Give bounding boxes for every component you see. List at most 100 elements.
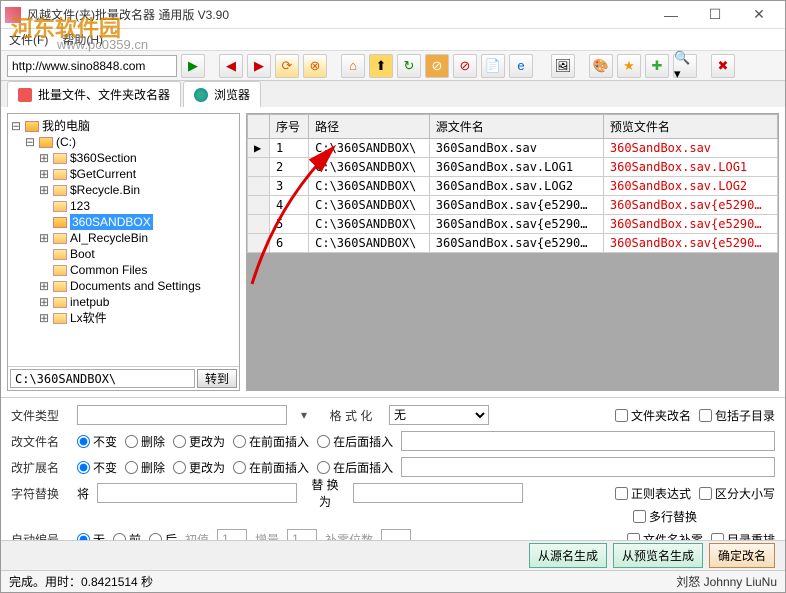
ext-del-radio[interactable]: 删除 (125, 459, 165, 476)
ext-value-input[interactable] (401, 457, 775, 477)
name-value-input[interactable] (401, 431, 775, 451)
maximize-button[interactable]: ☐ (693, 3, 737, 27)
format-select[interactable]: 无 (389, 405, 489, 425)
search-icon[interactable]: 🔍▾ (673, 54, 697, 78)
reload-icon[interactable]: ↻ (397, 54, 421, 78)
star-icon[interactable]: ★ (617, 54, 641, 78)
tree-node[interactable]: Common Files (10, 262, 237, 278)
table-row[interactable]: 5C:\360SANDBOX\360SandBox.sav{e5290…360S… (248, 215, 778, 234)
gen-from-preview-button[interactable]: 从预览名生成 (613, 543, 703, 568)
ext-chg-radio[interactable]: 更改为 (173, 459, 225, 476)
home-icon[interactable]: ⌂ (341, 54, 365, 78)
tree-node[interactable]: ⊞$GetCurrent (10, 166, 237, 182)
replace-from-label: 将 (77, 485, 89, 502)
tree-node[interactable]: 360SANDBOX (10, 214, 237, 230)
x-icon[interactable]: ✖ (711, 54, 735, 78)
tree-node[interactable]: ⊟我的电脑 (10, 118, 237, 134)
grid-panel: 序号路径源文件名预览文件名▶1C:\360SANDBOX\360SandBox.… (246, 113, 779, 391)
tab-renamer-label: 批量文件、文件夹改名器 (38, 86, 170, 103)
tab-browser[interactable]: 浏览器 (183, 81, 261, 107)
go-icon[interactable]: ▶ (181, 54, 205, 78)
ext-suf-radio[interactable]: 在后面插入 (317, 459, 393, 476)
refresh-icon[interactable]: ⟳ (275, 54, 299, 78)
minimize-button[interactable]: — (649, 3, 693, 27)
modname-label: 改文件名 (11, 433, 69, 450)
controls-panel: 文件类型 ▾ 格 式 化 无 文件夹改名 包括子目录 改文件名 不变 删除 更改… (1, 397, 785, 560)
tree-node[interactable]: ⊞Documents and Settings (10, 278, 237, 294)
menu-help[interactable]: 帮助(H) (62, 31, 103, 48)
menu-file[interactable]: 文件(F) (9, 31, 48, 48)
status-user: 刘怒 Johnny LiuNu (676, 573, 777, 590)
address-bar: ▶ ◀ ▶ ⟳ ⊗ ⌂ ⬆ ↻ ⊘ ⊘ 📄 e 🖼 🎨 ★ ✚ 🔍▾ ✖ (1, 51, 785, 81)
tab-bar: 批量文件、文件夹改名器 浏览器 (1, 81, 785, 107)
doc-icon[interactable]: 📄 (481, 54, 505, 78)
name-keep-radio[interactable]: 不变 (77, 433, 117, 450)
tab-renamer[interactable]: 批量文件、文件夹改名器 (7, 81, 181, 107)
goto-button[interactable]: 转到 (197, 369, 237, 388)
include-sub-check[interactable]: 包括子目录 (699, 407, 775, 424)
url-input[interactable] (7, 55, 177, 77)
delete-icon[interactable]: ⊘ (425, 54, 449, 78)
ext-keep-radio[interactable]: 不变 (77, 459, 117, 476)
nav-fwd-icon[interactable]: ▶ (247, 54, 271, 78)
table-row[interactable]: 4C:\360SANDBOX\360SandBox.sav{e5290…360S… (248, 196, 778, 215)
app-icon (5, 7, 21, 23)
name-del-radio[interactable]: 删除 (125, 433, 165, 450)
status-bar: 完成。用时：0.8421514 秒 刘怒 Johnny LiuNu (1, 570, 785, 592)
confirm-rename-button[interactable]: 确定改名 (709, 543, 775, 568)
case-check[interactable]: 区分大小写 (699, 485, 775, 502)
tree-panel: ⊟我的电脑⊟(C:)⊞$360Section⊞$GetCurrent⊞$Recy… (7, 113, 240, 391)
regex-check[interactable]: 正则表达式 (615, 485, 691, 502)
menu-bar: 文件(F) 帮助(H) (1, 29, 785, 51)
ext-pre-radio[interactable]: 在前面插入 (233, 459, 309, 476)
folder-rename-check[interactable]: 文件夹改名 (615, 407, 691, 424)
image-icon[interactable]: 🖼 (551, 54, 575, 78)
add-icon[interactable]: ✚ (645, 54, 669, 78)
name-chg-radio[interactable]: 更改为 (173, 433, 225, 450)
ie-icon[interactable]: e (509, 54, 533, 78)
table-row[interactable]: 3C:\360SANDBOX\360SandBox.sav.LOG2360San… (248, 177, 778, 196)
tree-node[interactable]: ⊞$Recycle.Bin (10, 182, 237, 198)
filetype-label: 文件类型 (11, 407, 69, 424)
tree-node[interactable]: ⊞inetpub (10, 294, 237, 310)
window-title: 风越文件(夹)批量改名器 通用版 V3.90 (27, 6, 649, 23)
filetype-dd-icon[interactable]: ▾ (295, 408, 313, 422)
gen-from-src-button[interactable]: 从源名生成 (529, 543, 607, 568)
table-row[interactable]: ▶1C:\360SANDBOX\360SandBox.sav360SandBox… (248, 139, 778, 158)
tree-node[interactable]: ⊞$360Section (10, 150, 237, 166)
replace-from-input[interactable] (97, 483, 297, 503)
table-row[interactable]: 2C:\360SANDBOX\360SandBox.sav.LOG1360San… (248, 158, 778, 177)
close-button[interactable]: ✕ (737, 3, 781, 27)
replace-to-input[interactable] (353, 483, 523, 503)
replace-label: 字符替换 (11, 485, 69, 502)
grid-col[interactable]: 源文件名 (429, 115, 603, 139)
file-grid[interactable]: 序号路径源文件名预览文件名▶1C:\360SANDBOX\360SandBox.… (247, 114, 778, 253)
block-icon[interactable]: ⊘ (453, 54, 477, 78)
grid-col[interactable]: 预览文件名 (603, 115, 777, 139)
status-text: 完成。用时：0.8421514 秒 (9, 573, 676, 590)
table-row[interactable]: 6C:\360SANDBOX\360SandBox.sav{e5290…360S… (248, 234, 778, 253)
tree-node[interactable]: Boot (10, 246, 237, 262)
nav-back-icon[interactable]: ◀ (219, 54, 243, 78)
tree-node[interactable]: ⊞Lx软件 (10, 310, 237, 326)
filetype-input[interactable] (77, 405, 287, 425)
path-input[interactable] (10, 369, 195, 388)
globe-icon (194, 88, 208, 102)
tree-node[interactable]: ⊟(C:) (10, 134, 237, 150)
tree-node[interactable]: ⊞AI_RecycleBin (10, 230, 237, 246)
stop-icon[interactable]: ⊗ (303, 54, 327, 78)
multiline-check[interactable]: 多行替换 (633, 508, 697, 525)
tab-browser-label: 浏览器 (214, 86, 250, 103)
format-label: 格 式 化 (321, 407, 381, 424)
name-suf-radio[interactable]: 在后面插入 (317, 433, 393, 450)
up-icon[interactable]: ⬆ (369, 54, 393, 78)
name-pre-radio[interactable]: 在前面插入 (233, 433, 309, 450)
replace-to-label: 替 换 为 (305, 476, 345, 510)
grid-col[interactable]: 路径 (309, 115, 430, 139)
palette-icon[interactable]: 🎨 (589, 54, 613, 78)
grid-col[interactable]: 序号 (270, 115, 309, 139)
modext-label: 改扩展名 (11, 459, 69, 476)
rename-tab-icon (18, 88, 32, 102)
folder-tree[interactable]: ⊟我的电脑⊟(C:)⊞$360Section⊞$GetCurrent⊞$Recy… (8, 114, 239, 366)
tree-node[interactable]: 123 (10, 198, 237, 214)
